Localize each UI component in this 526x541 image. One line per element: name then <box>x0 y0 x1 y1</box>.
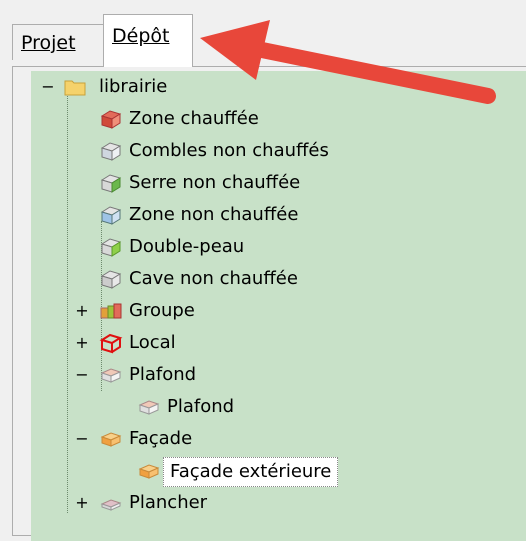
tree-label: Plafond <box>129 364 197 385</box>
folder-icon <box>64 80 86 96</box>
expand-toggle[interactable]: + <box>75 303 89 319</box>
heated-zone-icon <box>100 110 122 129</box>
tree-guide-line <box>67 93 68 513</box>
double-skin-icon <box>100 238 122 257</box>
tree-label: librairie <box>99 76 168 97</box>
tree-label: Groupe <box>129 300 195 321</box>
unheated-cellar-icon <box>100 270 122 289</box>
tree-label: Cave non chauffée <box>129 268 298 289</box>
tree-label: Zone non chauffée <box>129 204 299 225</box>
exterior-facade-icon <box>138 464 160 479</box>
tab-projet[interactable]: Projet <box>12 24 104 60</box>
tree-label: Plancher <box>129 492 208 513</box>
tree-label: Serre non chauffée <box>129 172 301 193</box>
tab-projet-label: Projet <box>21 32 76 54</box>
tree-label: Combles non chauffés <box>129 140 329 161</box>
collapse-toggle[interactable]: − <box>41 79 55 95</box>
tree-label: Plafond <box>167 396 235 417</box>
ceiling-icon <box>138 400 160 415</box>
tab-depot[interactable]: Dépôt <box>103 14 193 67</box>
tree-label: Façade <box>129 428 193 449</box>
group-icon <box>100 303 122 319</box>
tree-label: Local <box>129 332 176 353</box>
expand-toggle[interactable]: + <box>75 335 89 351</box>
tree-label: Double-peau <box>129 236 245 257</box>
facade-icon <box>100 432 122 447</box>
unheated-zone-icon <box>100 206 122 225</box>
expand-toggle[interactable]: + <box>75 495 89 511</box>
tree-label-selected: Façade extérieure <box>163 457 339 487</box>
tab-bar: Projet Dépôt <box>0 0 526 67</box>
collapse-toggle[interactable]: − <box>75 431 89 447</box>
tab-depot-label: Dépôt <box>112 25 170 47</box>
tree-label: Zone chauffée <box>129 108 259 129</box>
depot-panel: − librairie Zone chauffée Combles non ch… <box>12 66 526 541</box>
floor-icon <box>100 499 122 511</box>
unheated-greenhouse-icon <box>100 174 122 193</box>
library-tree[interactable]: − librairie Zone chauffée Combles non ch… <box>31 71 526 541</box>
ceiling-icon <box>100 368 122 383</box>
unheated-attic-icon <box>100 142 122 161</box>
local-icon <box>99 333 123 354</box>
collapse-toggle[interactable]: − <box>75 367 89 383</box>
